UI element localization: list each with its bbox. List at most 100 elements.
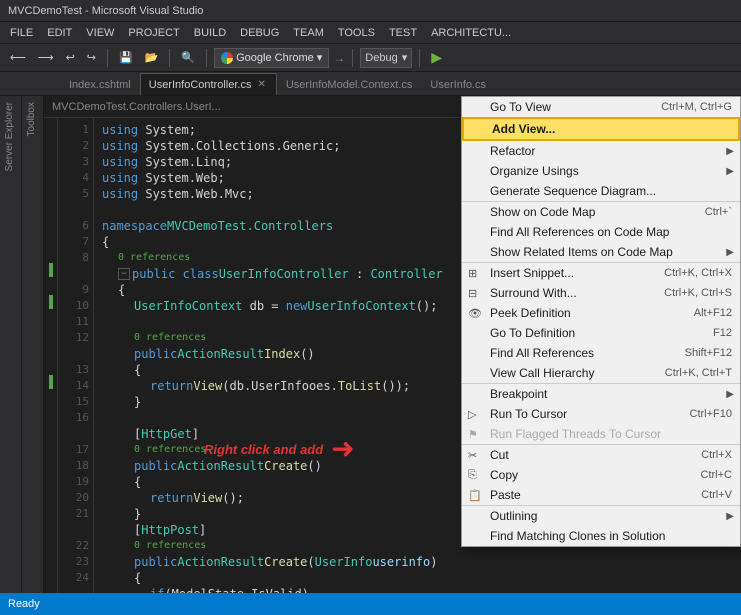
ctx-find-all-references[interactable]: Find All References Shift+F12	[462, 343, 740, 363]
code-line: {	[102, 570, 733, 586]
menu-test[interactable]: TEST	[383, 25, 423, 41]
start-button[interactable]: ▶	[427, 47, 446, 68]
ctx-label: Surround With...	[490, 286, 577, 300]
gutter-line	[44, 182, 57, 198]
ctx-label: Show on Code Map	[490, 205, 595, 219]
ctx-shortcut: Ctrl+K, Ctrl+S	[664, 287, 732, 299]
gutter-line	[44, 118, 57, 134]
toolbox-label[interactable]: Toolbox	[22, 96, 43, 142]
toolbar-redo[interactable]: ↪	[83, 49, 100, 66]
menu-file[interactable]: FILE	[4, 25, 39, 41]
gutter-line	[44, 342, 57, 358]
ctx-generate-sequence-diagram[interactable]: Generate Sequence Diagram...	[462, 181, 740, 201]
status-text: Ready	[8, 598, 40, 610]
menu-view[interactable]: VIEW	[80, 25, 120, 41]
status-bar: Ready	[0, 593, 741, 615]
ctx-shortcut: Ctrl+F10	[690, 408, 733, 420]
ctx-label: Cut	[490, 448, 509, 462]
toolbar-separator-3	[206, 49, 207, 67]
ctx-organize-usings[interactable]: Organize Usings ▶	[462, 161, 740, 181]
ctx-label: Outlining	[490, 509, 537, 523]
ctx-shortcut: Alt+F12	[694, 307, 732, 319]
gutter-line	[44, 246, 57, 262]
ctx-label: Peek Definition	[490, 306, 571, 320]
ctx-go-to-definition[interactable]: Go To Definition F12	[462, 323, 740, 343]
ctx-shortcut: Ctrl+K, Ctrl+X	[664, 267, 732, 279]
ctx-show-code-map[interactable]: Show on Code Map Ctrl+`	[462, 201, 740, 222]
toolbar-save[interactable]: 💾	[115, 49, 137, 66]
ctx-shortcut: Ctrl+V	[701, 489, 732, 501]
ctx-run-flagged-threads: ⚑ Run Flagged Threads To Cursor	[462, 424, 740, 444]
ctx-label: Insert Snippet...	[490, 266, 574, 280]
debug-dropdown[interactable]: Debug ▾	[360, 48, 412, 68]
ctx-label: Paste	[490, 488, 521, 502]
ctx-shortcut: F12	[713, 327, 732, 339]
submenu-arrow-icon: ▶	[726, 247, 734, 258]
toolbar-arrow: →	[333, 51, 345, 65]
ctx-find-matching-clones[interactable]: Find Matching Clones in Solution	[462, 526, 740, 546]
ctx-label: Go To Definition	[490, 326, 575, 340]
menu-edit[interactable]: EDIT	[41, 25, 78, 41]
ctx-cut[interactable]: ✂ Cut Ctrl+X	[462, 444, 740, 465]
ctx-label: Refactor	[490, 144, 535, 158]
paste-icon: 📋	[468, 489, 482, 502]
ctx-add-view[interactable]: Add View...	[462, 117, 740, 141]
menu-architecture[interactable]: ARCHITECTU...	[425, 25, 517, 41]
title-bar: MVCDemoTest - Microsoft Visual Studio	[0, 0, 741, 22]
ctx-refactor[interactable]: Refactor ▶	[462, 141, 740, 161]
tab-bar: Index.cshtml UserInfoController.cs ✕ Use…	[0, 72, 741, 96]
ctx-shortcut: Shift+F12	[685, 347, 732, 359]
menu-team[interactable]: TEAM	[287, 25, 330, 41]
menu-tools[interactable]: TOOLS	[332, 25, 381, 41]
tab-userinfo-model-context[interactable]: UserInfoModel.Context.cs	[277, 73, 422, 95]
toolbar-back[interactable]: ⟵	[6, 49, 30, 66]
gutter-line	[44, 374, 57, 390]
tab-close-btn[interactable]: ✕	[255, 78, 267, 91]
toolbar-find[interactable]: 🔍	[177, 49, 199, 66]
tab-userinfo-controller[interactable]: UserInfoController.cs ✕	[140, 73, 277, 95]
chrome-arrow: ▾	[317, 51, 323, 64]
submenu-arrow-icon: ▶	[726, 511, 734, 522]
gutter-line	[44, 358, 57, 374]
ctx-label: Find All References on Code Map	[490, 225, 669, 239]
ctx-find-refs-code-map[interactable]: Find All References on Code Map	[462, 222, 740, 242]
toolbar-forward[interactable]: ⟶	[34, 49, 58, 66]
ctx-insert-snippet[interactable]: ⊞ Insert Snippet... Ctrl+K, Ctrl+X	[462, 262, 740, 283]
chrome-label: Google Chrome	[236, 52, 314, 64]
menu-debug[interactable]: DEBUG	[234, 25, 285, 41]
context-menu: Go To View Ctrl+M, Ctrl+G Add View... Re…	[461, 96, 741, 547]
ctx-show-related-code-map[interactable]: Show Related Items on Code Map ▶	[462, 242, 740, 262]
ctx-go-to-view[interactable]: Go To View Ctrl+M, Ctrl+G	[462, 97, 740, 117]
google-chrome-dropdown[interactable]: Google Chrome ▾	[214, 48, 329, 68]
ctx-view-call-hierarchy[interactable]: View Call Hierarchy Ctrl+K, Ctrl+T	[462, 363, 740, 383]
ctx-copy[interactable]: ⎘ Copy Ctrl+C	[462, 465, 740, 485]
toolbar-undo[interactable]: ↩	[62, 49, 79, 66]
tab-label: Index.cshtml	[69, 79, 131, 91]
gutter-line	[44, 134, 57, 150]
ctx-surround-with[interactable]: ⊟ Surround With... Ctrl+K, Ctrl+S	[462, 283, 740, 303]
tab-index-cshtml[interactable]: Index.cshtml	[60, 73, 140, 95]
menu-build[interactable]: BUILD	[188, 25, 232, 41]
gutter-line	[44, 230, 57, 246]
menu-project[interactable]: PROJECT	[122, 25, 185, 41]
ctx-label: Find All References	[490, 346, 594, 360]
breadcrumb-text: MVCDemoTest.Controllers.UserI...	[52, 101, 221, 113]
ctx-run-to-cursor[interactable]: ▷ Run To Cursor Ctrl+F10	[462, 404, 740, 424]
gutter	[44, 118, 58, 593]
ctx-peek-definition[interactable]: 👁 Peek Definition Alt+F12	[462, 303, 740, 323]
annotation-arrow: ➜	[331, 435, 354, 463]
ctx-shortcut: Ctrl+X	[701, 449, 732, 461]
server-explorer-label[interactable]: Server Explorer	[0, 96, 21, 177]
server-explorer-panel: Server Explorer	[0, 96, 22, 593]
ctx-label: View Call Hierarchy	[490, 366, 594, 380]
ctx-breakpoint[interactable]: Breakpoint ▶	[462, 383, 740, 404]
ctx-outlining[interactable]: Outlining ▶	[462, 505, 740, 526]
chrome-icon	[221, 52, 233, 64]
toolbar-open[interactable]: 📂	[141, 49, 163, 66]
ctx-paste[interactable]: 📋 Paste Ctrl+V	[462, 485, 740, 505]
code-line: public ActionResult Create(UserInfo user…	[102, 554, 733, 570]
editor-area[interactable]: MVCDemoTest.Controllers.UserI...	[44, 96, 741, 593]
gutter-line	[44, 326, 57, 342]
snippet-icon: ⊞	[468, 267, 477, 280]
tab-userinfo[interactable]: UserInfo.cs	[421, 73, 495, 95]
